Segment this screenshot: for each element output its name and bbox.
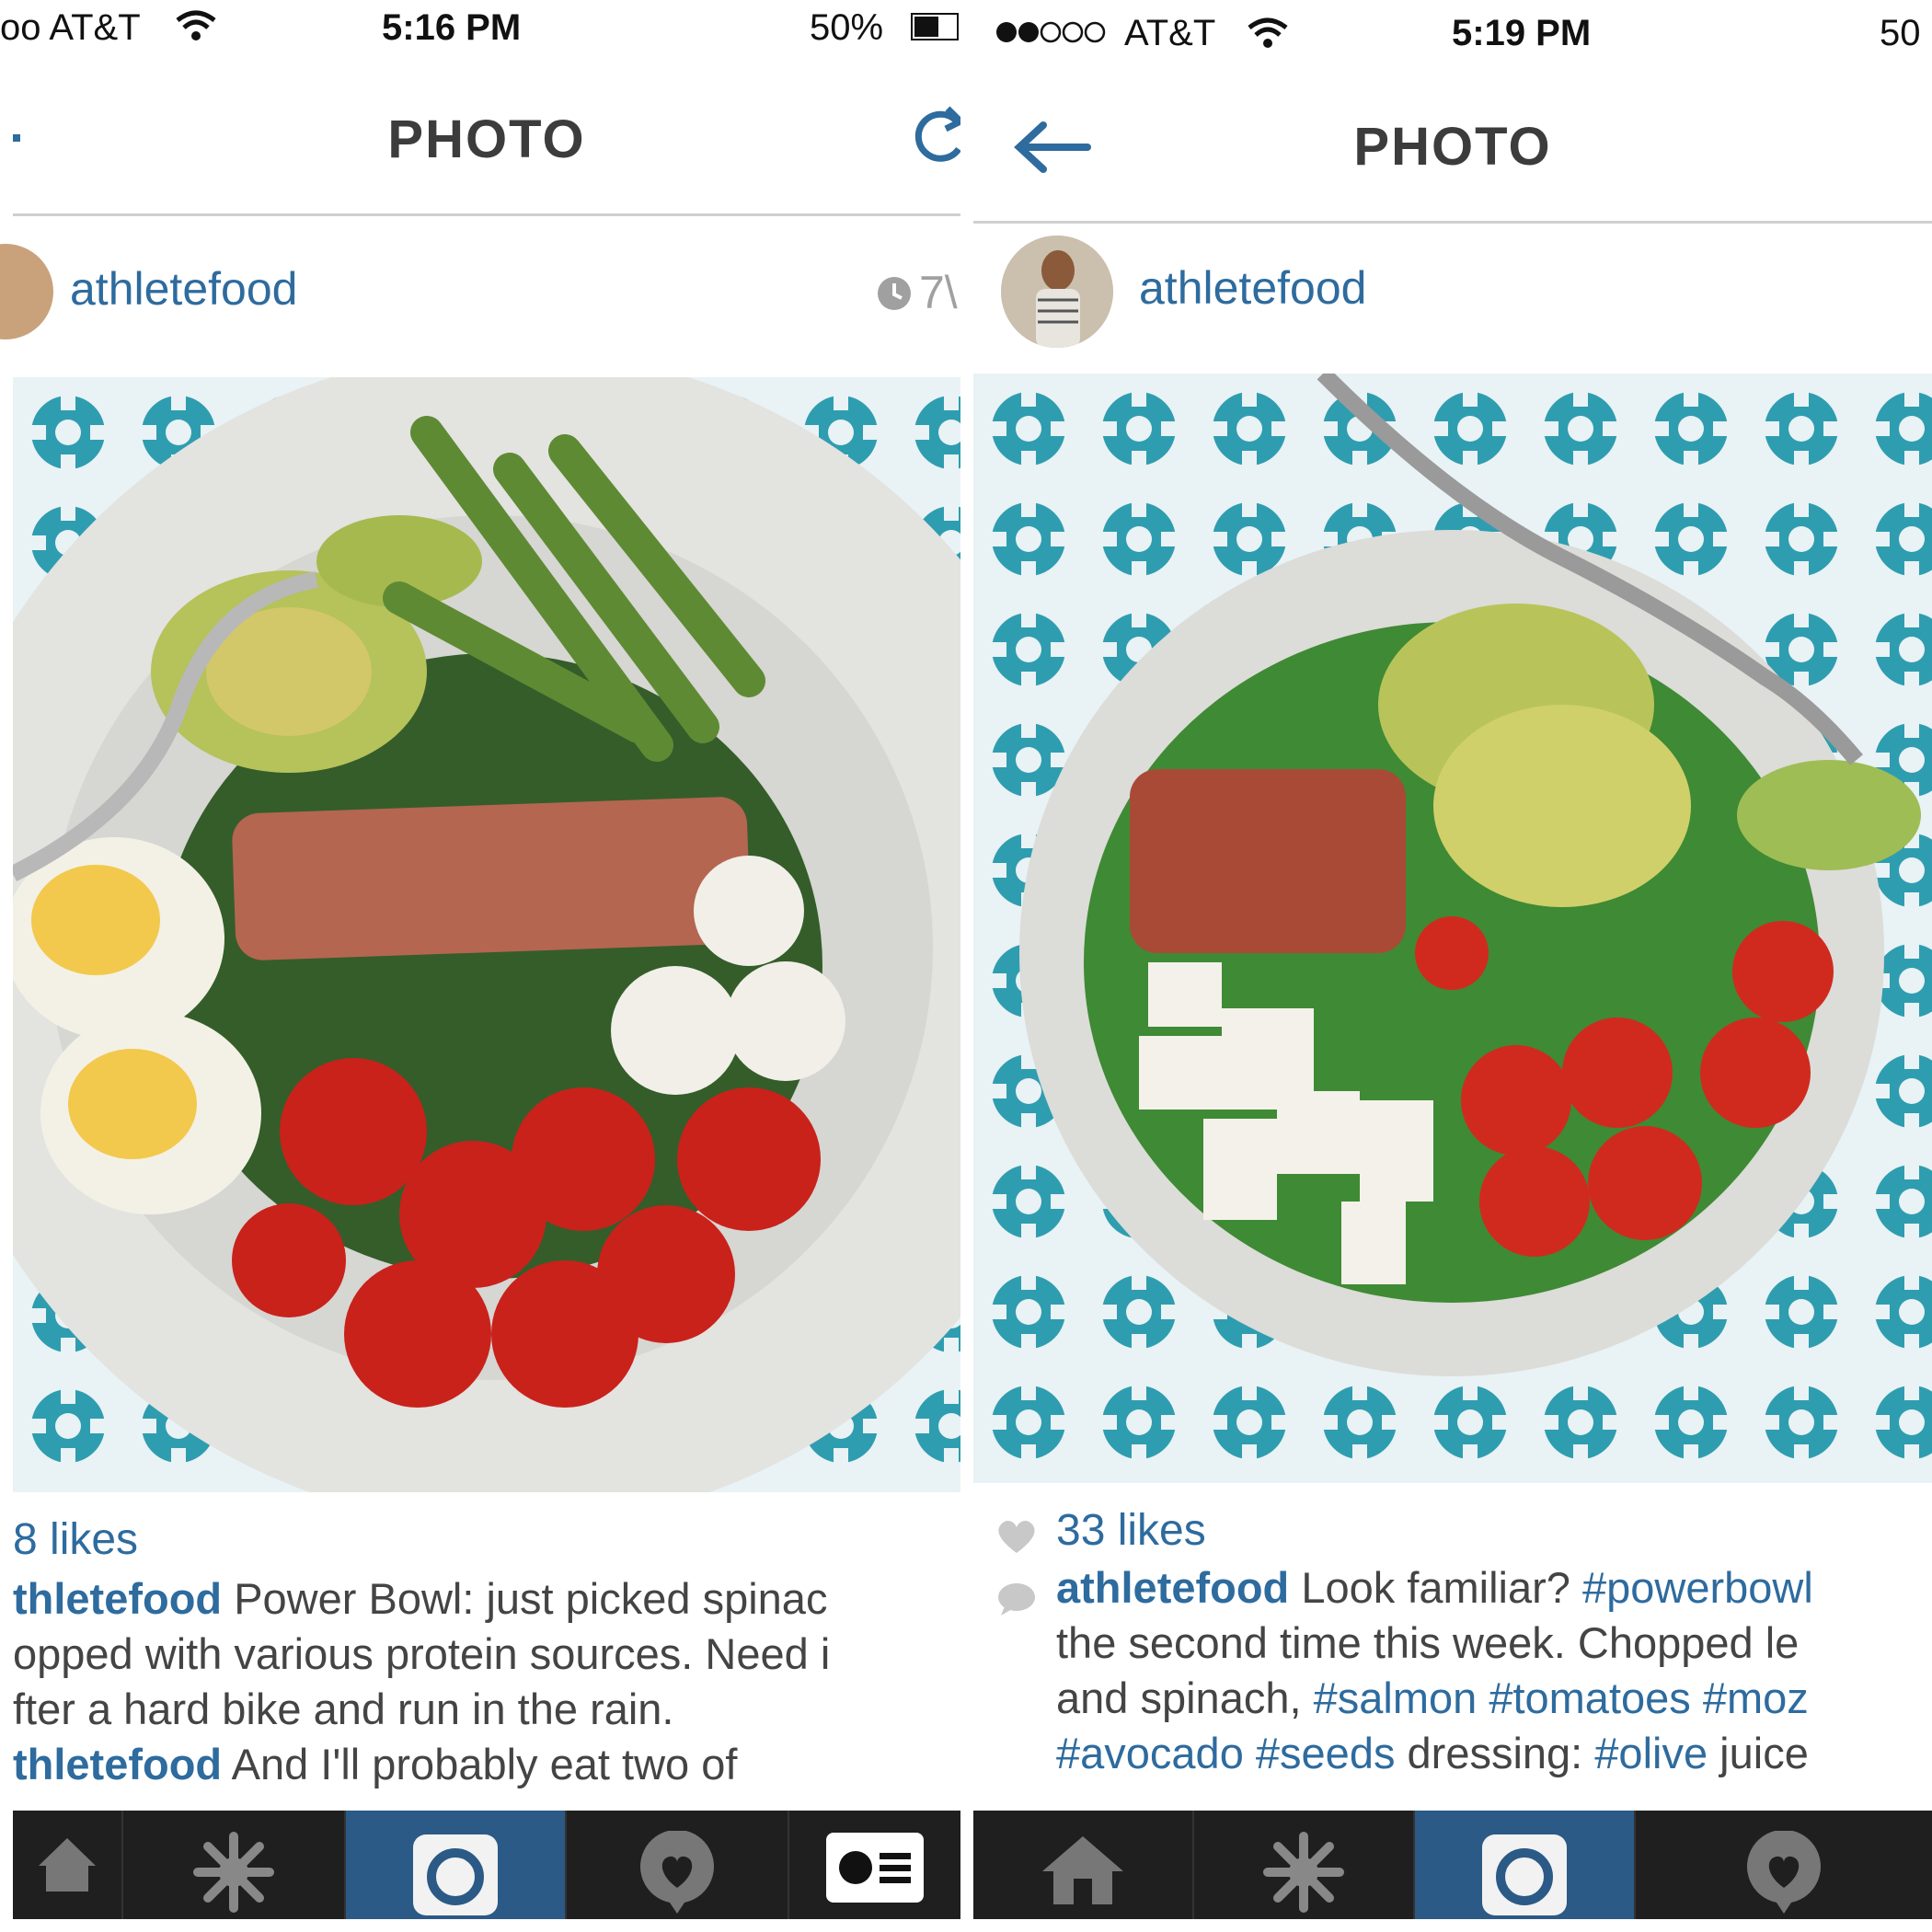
carrier-label: AT&T [1124, 13, 1216, 53]
page-title: PHOTO [1353, 117, 1552, 177]
home-icon [1042, 1836, 1123, 1904]
battery-percent: 50 [1880, 13, 1921, 53]
camera-icon [1482, 1834, 1567, 1915]
caption-line: the second time this week. Chopped le [1056, 1618, 1800, 1667]
heart-icon [998, 1521, 1035, 1553]
panel-divider [960, 0, 973, 1932]
hashtag-avocado[interactable]: #avocado [1056, 1729, 1244, 1777]
caption-line: opped with various protein sources. Need… [13, 1629, 831, 1678]
comment-icon [998, 1583, 1035, 1616]
post-photo[interactable] [13, 377, 960, 1492]
likes-count[interactable]: 33 likes [1056, 1505, 1206, 1556]
likes-count[interactable]: 8 likes [13, 1514, 138, 1565]
heart-icon [0, 1518, 9, 1555]
nav-bar: PHOTO [973, 64, 1932, 224]
caption-text: and spinach, [1056, 1673, 1314, 1722]
username-link[interactable]: athletefood [1139, 261, 1366, 315]
activity-icon [640, 1831, 714, 1914]
caption-text: juice [1708, 1729, 1809, 1777]
tab-home[interactable] [13, 1811, 123, 1919]
carrier-label: oo AT&T [0, 7, 141, 48]
wifi-icon [1248, 17, 1288, 48]
refresh-icon[interactable] [914, 101, 960, 166]
username-link[interactable]: athletefood [70, 262, 297, 316]
avatar-image [1001, 236, 1113, 348]
caption-username[interactable]: thletefood [13, 1574, 222, 1623]
caption: thletefood Power Bowl: just picked spina… [13, 1571, 960, 1792]
tab-camera[interactable] [1415, 1811, 1636, 1919]
bottom-margin [0, 1919, 1932, 1932]
signal-icon [996, 21, 1106, 43]
battery-percent: 50% [810, 7, 884, 48]
comment-username[interactable]: thletefood [13, 1740, 222, 1788]
salad-bowl-image [13, 377, 960, 1492]
hashtag-tomatoes[interactable]: #tomatoes [1489, 1673, 1690, 1722]
hashtag-moz[interactable]: #moz [1703, 1673, 1809, 1722]
left-screenshot: oo AT&T 5:16 PM 50% PHOTO athletefood 7\ [0, 0, 960, 1932]
avatar[interactable] [0, 244, 53, 339]
avatar[interactable] [1001, 236, 1113, 348]
clock-icon [878, 277, 911, 310]
caption-text: Look familiar? [1289, 1563, 1582, 1612]
page-title: PHOTO [387, 109, 586, 169]
caption-username[interactable]: athletefood [1056, 1563, 1289, 1612]
hashtag-olive[interactable]: #olive [1594, 1729, 1708, 1777]
camera-icon [413, 1834, 498, 1915]
tab-activity[interactable] [1636, 1811, 1932, 1919]
post-time: 7\ [919, 267, 958, 318]
caption-line: fter a hard bike and run in the rain. [13, 1685, 674, 1733]
status-bar: oo AT&T 5:16 PM 50% [0, 0, 960, 57]
clock: 5:19 PM [1452, 13, 1592, 53]
tab-camera[interactable] [346, 1811, 567, 1919]
activity-icon [1747, 1831, 1821, 1914]
nav-bar: PHOTO [13, 57, 960, 216]
profile-icon [826, 1833, 924, 1903]
caption-text: Power Bowl: just picked spinac [222, 1574, 828, 1623]
salad-bowl-image [973, 374, 1932, 1483]
comment-text: And I'll probably eat two of [222, 1740, 738, 1788]
tab-activity[interactable] [567, 1811, 789, 1919]
caption-text: dressing: [1395, 1729, 1595, 1777]
hashtag-salmon[interactable]: #salmon [1314, 1673, 1478, 1722]
home-icon [39, 1838, 96, 1892]
caption: athletefood Look familiar? #powerbowl th… [1056, 1560, 1932, 1781]
tab-explore[interactable] [123, 1811, 346, 1919]
explore-icon [193, 1832, 274, 1913]
clock: 5:16 PM [382, 7, 522, 48]
status-bar: AT&T 5:19 PM 50 [973, 0, 1932, 57]
post-photo[interactable] [973, 374, 1932, 1483]
tab-explore[interactable] [1194, 1811, 1415, 1919]
hashtag-seeds[interactable]: #seeds [1256, 1729, 1396, 1777]
tab-bar [13, 1811, 960, 1919]
tab-bar [973, 1811, 1932, 1919]
wifi-icon [176, 10, 216, 40]
right-screenshot: AT&T 5:19 PM 50 PHOTO athletefood 33 lik… [973, 0, 1932, 1932]
tab-profile[interactable] [789, 1811, 960, 1919]
post-header: athletefood 7\ [0, 216, 960, 371]
tab-home[interactable] [973, 1811, 1194, 1919]
post-header: athletefood [973, 223, 1932, 377]
battery-icon [911, 13, 959, 40]
explore-icon [1263, 1832, 1344, 1913]
hashtag-powerbowl[interactable]: #powerbowl [1582, 1563, 1813, 1612]
